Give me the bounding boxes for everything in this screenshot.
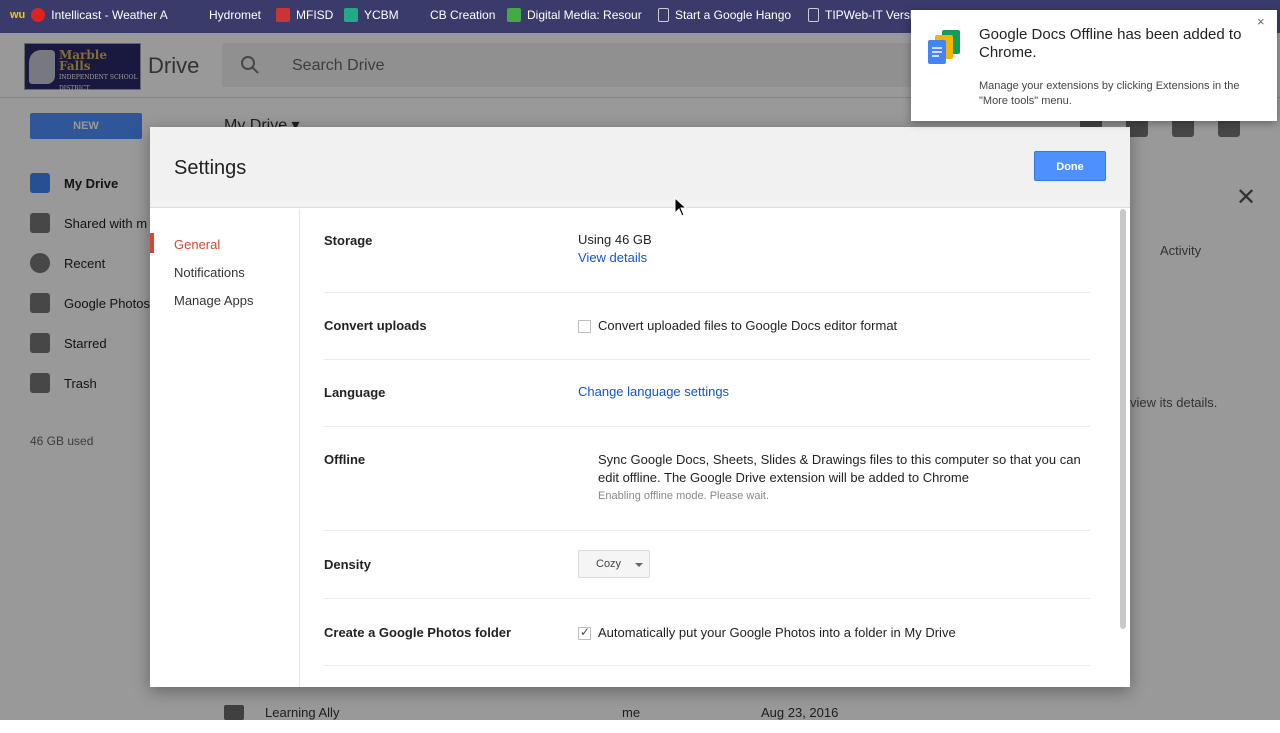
page-icon <box>808 8 819 22</box>
offline-status: Enabling offline mode. Please wait. <box>598 490 770 502</box>
convert-checkbox[interactable] <box>578 320 591 333</box>
google-docs-offline-icon <box>928 30 960 64</box>
change-language-link[interactable]: Change language settings <box>578 384 729 399</box>
bookmark-digital-media[interactable]: Digital Media: Resour <box>507 8 642 22</box>
settings-body: Storage Using 46 GB View details Convert… <box>300 209 1122 687</box>
tab-notifications[interactable]: Notifications <box>174 265 245 280</box>
bookmark-mfisd[interactable]: MFISD <box>276 8 333 22</box>
language-label: Language <box>324 385 386 400</box>
storage-label: Storage <box>324 233 373 248</box>
bookmark-intellicast[interactable]: wu Intellicast - Weather A <box>10 8 168 22</box>
convert-label: Convert uploads <box>324 318 427 333</box>
offline-label: Offline <box>324 452 366 467</box>
offline-text: Sync Google Docs, Sheets, Slides & Drawi… <box>598 451 1088 505</box>
active-nav-indicator <box>150 233 154 253</box>
toast-message: Manage your extensions by clicking Exten… <box>979 80 1240 107</box>
density-select[interactable]: Cozy <box>578 550 650 578</box>
dialog-scrollbar[interactable] <box>1120 209 1126 629</box>
photos-text: Automatically put your Google Photos int… <box>598 625 956 640</box>
storage-value: Using 46 GB <box>578 232 652 247</box>
bookmark-google-hangout[interactable]: Start a Google Hango <box>658 8 791 22</box>
convert-text: Convert uploaded files to Google Docs ed… <box>598 318 898 333</box>
photos-checkbox[interactable] <box>578 625 591 640</box>
settings-header: Settings Done <box>150 127 1130 208</box>
mfisd-icon <box>276 8 290 22</box>
weather-underground-icon: wu <box>10 9 26 21</box>
photos-row: Create a Google Photos folder Automatica… <box>324 599 1090 666</box>
settings-title: Settings <box>174 157 247 179</box>
ycbm-icon <box>344 8 358 22</box>
offline-row: Offline Sync Google Docs, Sheets, Slides… <box>324 427 1090 531</box>
convert-row: Convert uploads Convert uploaded files t… <box>324 293 1090 360</box>
close-icon[interactable]: × <box>1257 14 1265 29</box>
page-icon <box>658 8 669 22</box>
bookmark-ycbm[interactable]: YCBM <box>344 8 399 22</box>
bookmark-cb-creation[interactable]: CB Creation <box>430 8 495 22</box>
bookmark-tipweb[interactable]: TIPWeb-IT Versi <box>808 8 913 22</box>
tab-manage-apps[interactable]: Manage Apps <box>174 293 254 308</box>
toast-title: Google Docs Offline has been added to Ch… <box>979 26 1242 61</box>
extension-added-toast: Google Docs Offline has been added to Ch… <box>911 10 1277 121</box>
digital-media-icon <box>507 8 521 22</box>
tab-general[interactable]: General <box>174 237 220 252</box>
chevron-down-icon <box>635 563 643 567</box>
photos-label: Create a Google Photos folder <box>324 625 512 640</box>
settings-dialog: Settings Done General Notifications Mana… <box>150 127 1130 687</box>
storage-row: Storage Using 46 GB View details <box>324 209 1090 293</box>
view-details-link[interactable]: View details <box>578 250 647 265</box>
bookmark-hydromet[interactable]: Hydromet <box>209 8 261 22</box>
done-button[interactable]: Done <box>1034 151 1106 181</box>
intellicast-icon <box>31 8 46 22</box>
mouse-cursor-icon <box>674 197 688 217</box>
density-label: Density <box>324 557 371 572</box>
settings-nav: General Notifications Manage Apps <box>150 209 300 687</box>
language-row: Language Change language settings <box>324 360 1090 427</box>
density-row: Density Cozy <box>324 531 1090 599</box>
